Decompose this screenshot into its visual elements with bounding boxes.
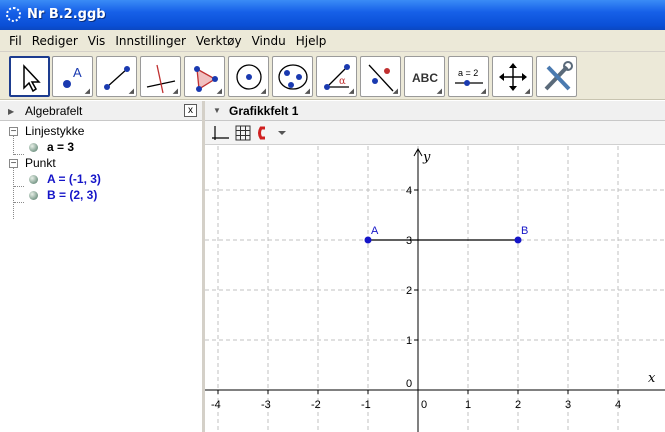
point-b	[514, 236, 522, 244]
point-label-b: B	[521, 225, 528, 237]
svg-text:ABC: ABC	[412, 71, 438, 85]
menu-rediger[interactable]: Rediger	[27, 34, 83, 48]
graphics-view: ▼ Grafikkfelt 1 x y -4 -3 -2 -1 0 1 2 3 4 0 1 2 3 4 A B	[205, 101, 665, 432]
point-tool-button[interactable]: A ◢	[52, 56, 93, 97]
y-tick-label: 3	[406, 235, 412, 247]
axes-toggle-icon[interactable]	[212, 126, 229, 140]
x-tick-label: 4	[615, 399, 621, 411]
point-a	[364, 236, 372, 244]
move-tool-button[interactable]	[9, 56, 50, 97]
circle-tool-button[interactable]: ◢	[228, 56, 269, 97]
y-tick-label: 4	[406, 185, 412, 197]
algebra-view: ▶ Algebrafelt x − Linjestykke a = 3 − Pu…	[0, 101, 205, 432]
properties-tool-button[interactable]	[536, 56, 577, 97]
geogebra-app-icon[interactable]	[6, 7, 21, 22]
svg-text:a = 2: a = 2	[458, 68, 478, 78]
graphics-view-header: ▼ Grafikkfelt 1	[205, 101, 665, 121]
perpendicular-line-tool-button[interactable]: ◢	[140, 56, 181, 97]
visibility-ball-icon[interactable]	[29, 175, 38, 185]
y-axis-label: y	[422, 150, 431, 165]
algebra-view-header: ▶ Algebrafelt x	[0, 101, 202, 121]
svg-text:A: A	[73, 65, 82, 80]
magnet-icon[interactable]	[258, 126, 287, 140]
menu-bar: Fil Rediger Vis Innstillinger Verktøy Vi…	[0, 30, 665, 52]
tree-item-point-b[interactable]: B = (2, 3)	[29, 187, 97, 203]
tree-expander-icon[interactable]: −	[9, 127, 18, 137]
x-tick-label: 1	[465, 399, 471, 411]
tree-group-linjestykke[interactable]: Linjestykke	[25, 123, 84, 139]
svg-text:α: α	[339, 76, 346, 87]
x-tick-label: -4	[211, 399, 221, 411]
close-icon[interactable]: x	[184, 104, 197, 117]
tree-group-punkt[interactable]: Punkt	[25, 155, 56, 171]
tree-item-point-a[interactable]: A = (-1, 3)	[29, 171, 101, 187]
collapse-arrow-icon[interactable]: ▼	[213, 106, 221, 115]
collapse-arrow-icon[interactable]: ▶	[8, 107, 14, 116]
angle-tool-button[interactable]: α ◢	[316, 56, 357, 97]
text-tool-button[interactable]: ABC ◢	[404, 56, 445, 97]
line-tool-button[interactable]: ◢	[96, 56, 137, 97]
window-title: Nr B.2.ggb	[27, 7, 106, 22]
visibility-ball-icon[interactable]	[29, 191, 38, 201]
slider-tool-button[interactable]: a = 2 ◢	[448, 56, 489, 97]
point-label-a: A	[371, 225, 379, 237]
graphics-canvas[interactable]: x y -4 -3 -2 -1 0 1 2 3 4 0 1 2 3 4 A B	[205, 146, 665, 432]
x-tick-label: 0	[421, 399, 427, 411]
x-tick-label: -1	[361, 399, 371, 411]
reflect-tool-button[interactable]: ◢	[360, 56, 401, 97]
graphics-style-bar	[205, 121, 665, 145]
x-axis-label: x	[648, 371, 656, 386]
move-graphics-view-tool-button[interactable]: ◢	[492, 56, 533, 97]
tool-bar: A ◢ ◢ ◢ ◢ ◢ ◢ α ◢ ◢ ABC ◢ a = 2 ◢ ◢	[0, 52, 665, 100]
cursor-arrow-icon	[23, 64, 41, 93]
menu-fil[interactable]: Fil	[4, 34, 27, 48]
algebra-tree: − Linjestykke a = 3 − Punkt A = (-1, 3) …	[0, 121, 202, 421]
wrench-screwdriver-icon	[544, 61, 573, 91]
x-tick-label: 2	[515, 399, 521, 411]
graphics-view-title: Grafikkfelt 1	[229, 104, 299, 118]
menu-vindu[interactable]: Vindu	[247, 34, 291, 48]
x-tick-label: -3	[261, 399, 271, 411]
grid-toggle-icon[interactable]	[235, 125, 251, 141]
algebra-view-title: Algebrafelt	[25, 104, 83, 118]
y-tick-label: 2	[406, 285, 412, 297]
x-tick-label: -2	[311, 399, 321, 411]
y-tick-label: 1	[406, 335, 412, 347]
menu-verktoy[interactable]: Verktøy	[191, 34, 247, 48]
conic-tool-button[interactable]: ◢	[272, 56, 313, 97]
x-tick-label: 3	[565, 399, 571, 411]
title-bar: Nr B.2.ggb	[0, 0, 665, 30]
menu-hjelp[interactable]: Hjelp	[291, 34, 332, 48]
menu-innstillinger[interactable]: Innstillinger	[110, 34, 191, 48]
tree-item-a[interactable]: a = 3	[29, 139, 74, 155]
y-tick-label: 0	[406, 378, 412, 390]
menu-vis[interactable]: Vis	[83, 34, 111, 48]
polygon-tool-button[interactable]: ◢	[184, 56, 225, 97]
visibility-ball-icon[interactable]	[29, 143, 38, 153]
tree-expander-icon[interactable]: −	[9, 159, 18, 169]
